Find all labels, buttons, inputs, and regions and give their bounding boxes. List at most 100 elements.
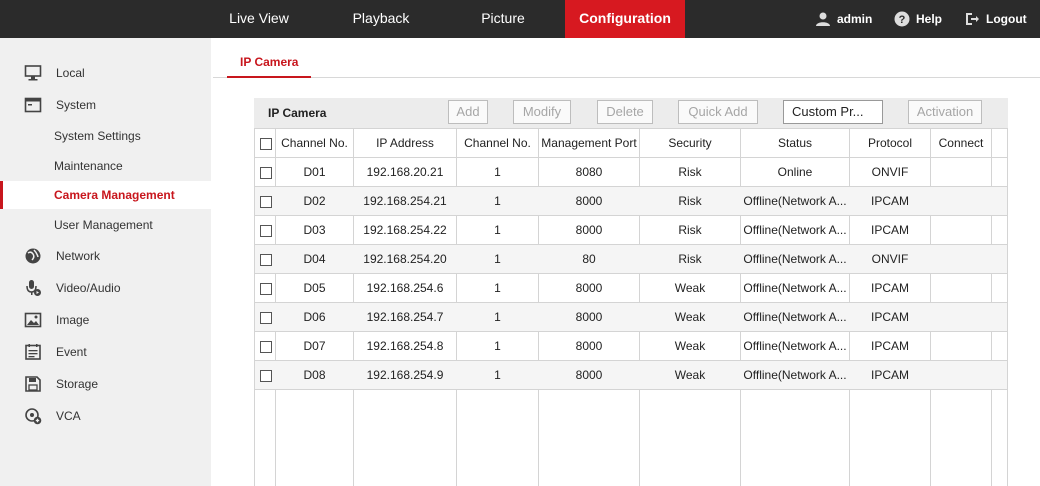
sidebar-item-image[interactable]: Image: [0, 307, 211, 333]
table-cell: 192.168.254.6: [366, 281, 444, 295]
table-cell: IPCAM: [870, 281, 909, 295]
table-cell: Weak: [674, 368, 706, 382]
event-icon: [25, 344, 41, 360]
table-cell: Offline(Network A...: [743, 194, 847, 208]
sidebar-item-label: Storage: [56, 377, 99, 391]
modify-button[interactable]: Modify: [513, 100, 571, 124]
nav-picture[interactable]: Picture: [443, 0, 563, 38]
table-cell: 1: [494, 368, 501, 382]
nav-configuration[interactable]: Configuration: [565, 0, 685, 38]
delete-button[interactable]: Delete: [597, 100, 653, 124]
table-cell: 1: [494, 223, 501, 237]
table-cell: Offline(Network A...: [743, 368, 847, 382]
table-row[interactable]: D03 192.168.254.22 1 8000 Risk Offline(Networ…: [255, 216, 1007, 245]
help-label: Help: [916, 12, 943, 26]
table-cell: D06: [303, 310, 326, 324]
sidebar-item-network[interactable]: Network: [0, 243, 211, 269]
table-cell: 192.168.254.9: [366, 368, 444, 382]
ip-camera-table: Channel No. IP Address Channel No. Manag…: [254, 128, 1008, 486]
table-cell: 8000: [575, 281, 603, 295]
table-cell: Weak: [674, 310, 706, 324]
logout-link[interactable]: Logout: [964, 0, 1027, 38]
sidebar-item-video-audio[interactable]: Video/Audio: [0, 275, 211, 301]
sidebar-sub-camera-management[interactable]: Camera Management: [0, 181, 211, 209]
table-cell: [931, 158, 991, 186]
sidebar-item-label: Image: [56, 313, 90, 327]
row-checkbox[interactable]: [260, 370, 272, 382]
nav-playback[interactable]: Playback: [321, 0, 441, 38]
table-cell: 1: [494, 281, 501, 295]
sidebar-item-system[interactable]: System: [0, 92, 211, 118]
table-cell: Risk: [678, 223, 702, 237]
table-cell: Offline(Network A...: [743, 339, 847, 353]
sidebar-item-event[interactable]: Event: [0, 339, 211, 365]
table-cell: Risk: [678, 194, 702, 208]
table-cell: Offline(Network A...: [743, 310, 847, 324]
table-cell: IPCAM: [870, 368, 909, 382]
col-header: Connect: [938, 136, 984, 150]
table-cell: Offline(Network A...: [743, 281, 847, 295]
table-row[interactable]: D01 192.168.20.21 1 8080 Risk Online ONVIF: [255, 158, 1007, 187]
table-cell: 8000: [575, 310, 603, 324]
select-all-checkbox[interactable]: [260, 138, 272, 150]
row-checkbox[interactable]: [260, 196, 272, 208]
sidebar-item-storage[interactable]: Storage: [0, 371, 211, 397]
table-cell: Online: [777, 165, 813, 179]
sidebar-item-label: Event: [56, 345, 87, 359]
table-row[interactable]: D08 192.168.254.9 1 8000 Weak Offline(Network…: [255, 361, 1007, 390]
tab-ip-camera[interactable]: IP Camera: [227, 52, 312, 78]
table-row[interactable]: D07 192.168.254.8 1 8000 Weak Offline(Network…: [255, 332, 1007, 361]
table-cell: 1: [494, 165, 501, 179]
table-row[interactable]: D05 192.168.254.6 1 8000 Weak Offline(Network…: [255, 274, 1007, 303]
sidebar-item-vca[interactable]: VCA: [0, 403, 211, 429]
table-row[interactable]: D02 192.168.254.21 1 8000 Risk Offline(Networ…: [255, 187, 1007, 216]
col-header: Protocol: [867, 136, 913, 150]
table-cell: Risk: [678, 252, 702, 266]
logout-icon: [966, 13, 979, 25]
user-menu[interactable]: admin: [815, 0, 872, 38]
sidebar-sub-user-management[interactable]: User Management: [0, 211, 211, 239]
table-row[interactable]: D04 192.168.254.20 1 80 Risk Offline(Network …: [255, 245, 1007, 274]
col-header: Security: [668, 136, 712, 150]
table-cell: 1: [494, 310, 501, 324]
table-cell: [931, 245, 991, 273]
table-cell: Risk: [678, 165, 702, 179]
table-cell: 8000: [575, 223, 603, 237]
table-cell: 192.168.20.21: [366, 165, 444, 179]
table-cell: Offline(Network A...: [743, 223, 847, 237]
image-icon: [24, 312, 42, 328]
table-cell: 8000: [575, 368, 603, 382]
system-icon: [24, 97, 42, 113]
row-checkbox[interactable]: [260, 167, 272, 179]
row-checkbox[interactable]: [260, 312, 272, 324]
row-checkbox[interactable]: [260, 341, 272, 353]
table-cell: 1: [494, 252, 501, 266]
table-cell: 8080: [575, 165, 603, 179]
ip-camera-toolbar: IP Camera Add Modify Delete Quick Add Cu…: [254, 98, 1008, 128]
add-button[interactable]: Add: [448, 100, 488, 124]
table-row[interactable]: D06 192.168.254.7 1 8000 Weak Offline(Network…: [255, 303, 1007, 332]
table-cell: D05: [303, 281, 326, 295]
vca-icon: [25, 408, 42, 425]
table-cell: D08: [303, 368, 326, 382]
table-cell: 192.168.254.22: [363, 223, 447, 237]
custom-protocol-button[interactable]: Custom Pr...: [783, 100, 883, 124]
quick-add-button[interactable]: Quick Add: [678, 100, 758, 124]
table-cell: Offline(Network A...: [743, 252, 847, 266]
sidebar-sub-maintenance[interactable]: Maintenance: [0, 152, 211, 180]
storage-icon: [25, 376, 41, 392]
svg-text:?: ?: [899, 14, 906, 26]
row-checkbox[interactable]: [260, 283, 272, 295]
user-icon: [816, 12, 830, 26]
row-checkbox[interactable]: [260, 254, 272, 266]
user-name: admin: [837, 12, 873, 26]
table-cell: [931, 187, 991, 215]
help-link[interactable]: ? Help: [894, 0, 942, 38]
nav-live-view[interactable]: Live View: [211, 0, 307, 38]
row-checkbox[interactable]: [260, 225, 272, 237]
table-cell: ONVIF: [871, 252, 909, 266]
sidebar-item-local[interactable]: Local: [0, 60, 211, 86]
sidebar-sub-system-settings[interactable]: System Settings: [0, 122, 211, 150]
table-cell: IPCAM: [870, 339, 909, 353]
activation-button[interactable]: Activation: [908, 100, 982, 124]
